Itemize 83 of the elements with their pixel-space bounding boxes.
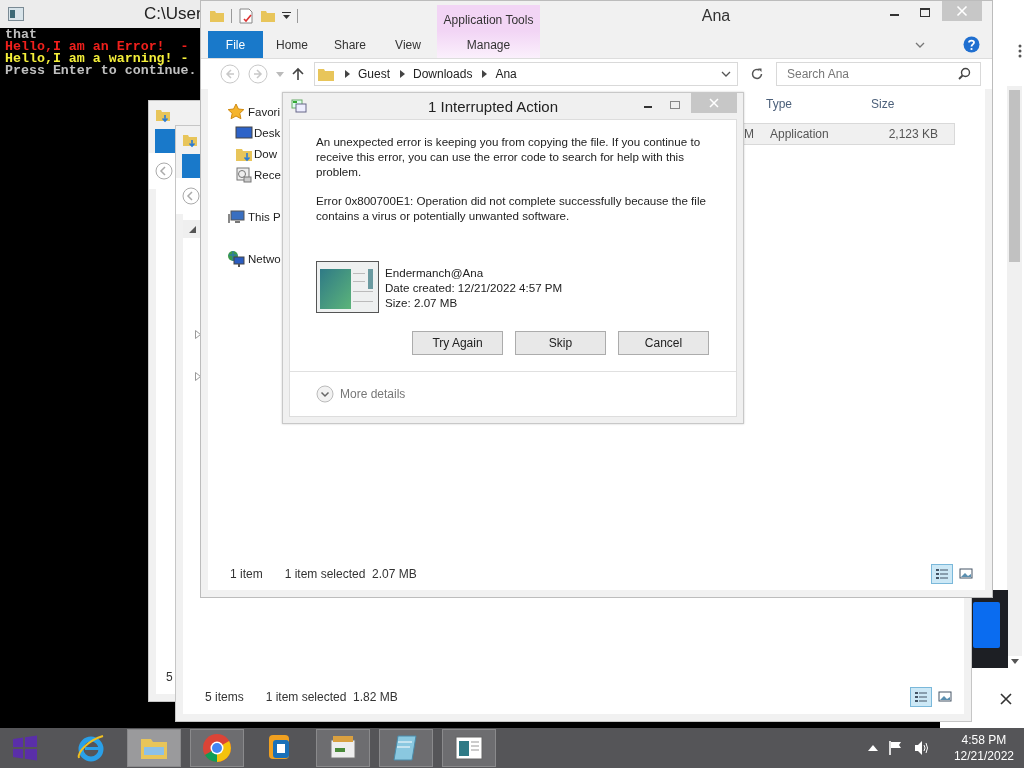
dropdown-icon[interactable] <box>282 12 291 20</box>
search-field[interactable]: Search Ana <box>776 62 981 86</box>
browser-icon <box>201 732 233 764</box>
expand-icon[interactable] <box>195 330 201 339</box>
expand-icon[interactable] <box>316 385 334 403</box>
recent-icon <box>235 166 253 183</box>
details-view-icon[interactable] <box>931 564 953 584</box>
console-line: Hello,I am an Error! - <box>5 41 190 53</box>
taskbar-button[interactable] <box>379 729 433 767</box>
close-icon[interactable] <box>1000 693 1012 705</box>
ribbon-tab[interactable]: Manage <box>437 31 540 58</box>
contextual-tab-header: Application Tools <box>437 5 540 31</box>
window-title: C:\User <box>144 4 202 24</box>
more-details-link[interactable]: More details <box>340 387 406 401</box>
folder-icon <box>209 8 225 24</box>
search-icon <box>958 67 971 80</box>
status-text: 5 items <box>205 690 244 704</box>
nav-item[interactable]: Favori <box>208 101 288 122</box>
taskbar-button[interactable] <box>316 729 370 767</box>
start-icon[interactable] <box>12 735 38 761</box>
back-icon[interactable] <box>155 162 173 180</box>
chevron-icon[interactable] <box>400 70 405 78</box>
console-line: Hello,I am a warning! - <box>5 53 189 65</box>
console-icon <box>8 7 24 21</box>
clock[interactable]: 4:58 PM 12/21/2022 <box>953 732 1014 764</box>
chevron-icon[interactable] <box>345 70 350 78</box>
ribbon-tab[interactable]: Share <box>321 31 379 58</box>
back-icon[interactable] <box>182 187 200 205</box>
copy-icon <box>291 99 307 113</box>
column-header[interactable]: Size <box>865 97 940 111</box>
console-line: Press Enter to continue. <box>5 65 198 77</box>
collapse-icon[interactable] <box>189 225 196 233</box>
status-text: 1 item selected 2.07 MB <box>284 567 417 581</box>
close-icon <box>709 98 719 108</box>
column-header[interactable]: Type <box>745 97 865 111</box>
file-name: Endermanch@Ana <box>385 264 485 280</box>
menu-icon[interactable] <box>1018 44 1022 58</box>
favorites-icon <box>227 102 245 121</box>
properties-icon[interactable] <box>238 8 254 24</box>
file-thumbnail-icon <box>316 261 379 313</box>
refresh-icon[interactable] <box>750 67 764 81</box>
folder-icon <box>317 66 335 82</box>
details-view-icon[interactable] <box>910 687 932 707</box>
file-date: Date created: 12/21/2022 4:57 PM <box>385 279 563 295</box>
dropdown-icon[interactable] <box>721 71 731 77</box>
scroll-down-icon[interactable] <box>1011 659 1019 664</box>
status-text: 1 item selected 1.82 MB <box>265 690 398 704</box>
show-hidden-icons-icon[interactable] <box>867 745 878 751</box>
up-icon[interactable] <box>292 67 304 81</box>
address-bar[interactable]: Guest Downloads Ana <box>314 62 738 86</box>
folder-icon <box>182 132 198 148</box>
file-size: Size: 2.07 MB <box>385 294 459 310</box>
dialog-button[interactable]: Try Again <box>412 331 503 355</box>
taskbar-button[interactable] <box>190 729 244 767</box>
console-line: that <box>5 29 37 41</box>
dialog-title: 1 Interrupted Action <box>426 97 560 115</box>
ribbon-tab[interactable]: File <box>208 31 263 58</box>
expand-icon[interactable] <box>195 372 201 381</box>
window-title: Ana <box>700 6 732 26</box>
flag-icon[interactable] <box>887 740 904 756</box>
breadcrumb-item[interactable]: Downloads <box>413 67 473 81</box>
pc-icon <box>227 207 245 226</box>
error-message: Error 0x800700E1: Operation did not complete successfully because the file contains a virus or potentially unwanted software. <box>316 193 707 223</box>
status-text: 1 item <box>230 567 263 581</box>
desktop-icon <box>235 124 253 141</box>
speaker-icon[interactable] <box>913 740 930 756</box>
scrollbar[interactable] <box>1007 86 1022 656</box>
dialog-button[interactable]: Cancel <box>618 331 709 355</box>
status-text: 5 <box>166 670 173 684</box>
dialog-button[interactable]: Skip <box>515 331 606 355</box>
expand-ribbon-icon[interactable] <box>915 41 925 48</box>
network-icon <box>227 249 245 268</box>
close-icon <box>956 5 968 17</box>
error-message: An unexpected error is keeping you from copying the file. If you continue to receive this error, you can use the error code to search for help with this problem. <box>316 134 702 179</box>
breadcrumb-item[interactable]: Ana <box>495 67 517 81</box>
help-icon[interactable] <box>963 36 980 53</box>
folder-icon <box>155 107 171 123</box>
ribbon-tab[interactable]: Home <box>263 31 321 58</box>
taskbar-button[interactable] <box>442 729 496 767</box>
chevron-icon[interactable] <box>482 70 488 78</box>
ribbon-tab[interactable]: View <box>379 31 437 58</box>
breadcrumb-item[interactable]: Guest <box>358 67 390 81</box>
file-tab[interactable] <box>182 154 202 178</box>
